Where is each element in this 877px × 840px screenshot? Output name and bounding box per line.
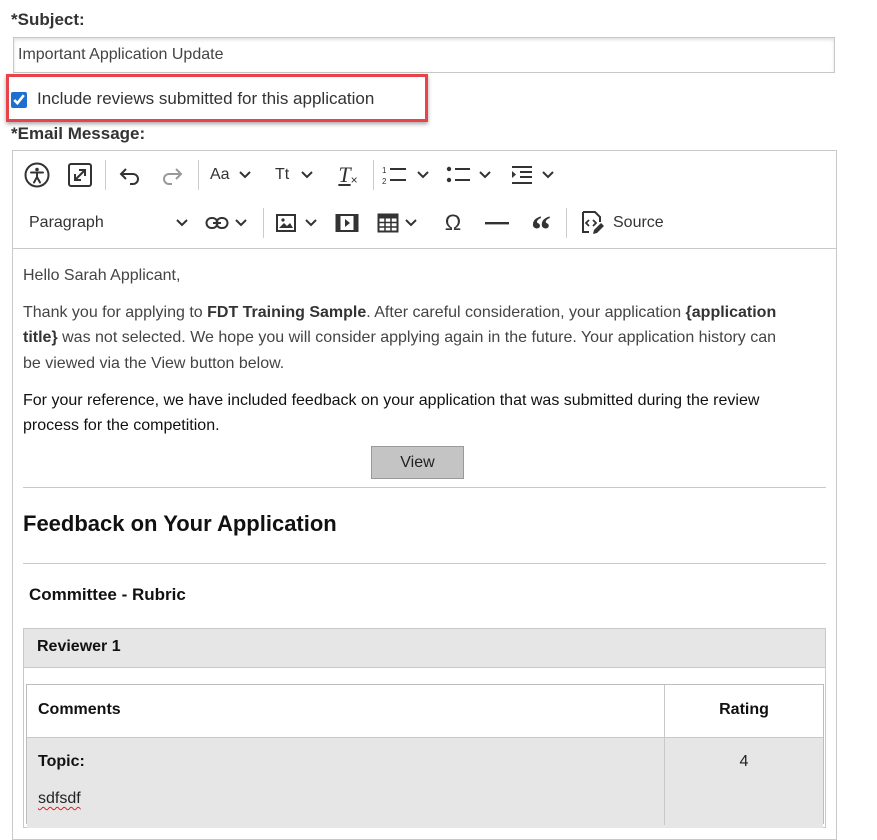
redo-icon[interactable] bbox=[158, 159, 186, 191]
font-family-dropdown[interactable]: Tt bbox=[275, 159, 325, 191]
subject-label: *Subject: bbox=[11, 10, 85, 29]
view-button[interactable]: View bbox=[371, 446, 464, 479]
comments-column-header: Comments bbox=[38, 701, 121, 718]
image-icon bbox=[276, 214, 296, 232]
blockquote-icon[interactable]: “ bbox=[527, 207, 555, 250]
link-dropdown[interactable] bbox=[205, 207, 255, 239]
divider bbox=[23, 563, 826, 564]
body-paragraph-2-line-2: process for the competition. bbox=[23, 417, 220, 434]
reviewer-header bbox=[24, 629, 825, 668]
rating-column-header: Rating bbox=[719, 701, 769, 718]
source-code-icon bbox=[582, 211, 604, 234]
include-reviews-label[interactable]: Include reviews submitted for this appli… bbox=[37, 89, 374, 109]
chevron-down-icon bbox=[417, 171, 429, 179]
body-paragraph-1-line-3: be viewed via the View button below. bbox=[23, 355, 285, 372]
comment-text: sdfsdf bbox=[38, 790, 81, 807]
svg-text:2: 2 bbox=[382, 177, 387, 186]
feedback-heading: Feedback on Your Application bbox=[23, 511, 337, 536]
committee-heading: Committee - Rubric bbox=[29, 585, 186, 604]
table-row bbox=[27, 738, 823, 828]
remove-format-icon[interactable]: T × bbox=[333, 159, 363, 191]
chevron-down-icon bbox=[301, 171, 313, 179]
source-label: Source bbox=[613, 214, 664, 231]
reviewer-title: Reviewer 1 bbox=[37, 638, 121, 655]
table-dropdown[interactable] bbox=[377, 207, 427, 239]
special-characters-icon[interactable]: Ω bbox=[439, 207, 467, 239]
bulleted-list-dropdown[interactable] bbox=[445, 159, 501, 191]
chevron-down-icon bbox=[479, 171, 491, 179]
font-family-glyph: Tt bbox=[275, 166, 290, 183]
font-size-glyph: Aa bbox=[210, 166, 230, 183]
email-message-label: *Email Message: bbox=[11, 124, 146, 143]
chevron-down-icon bbox=[542, 171, 554, 179]
bulleted-list-icon bbox=[446, 166, 470, 183]
indent-dropdown[interactable] bbox=[510, 159, 566, 191]
link-icon bbox=[205, 217, 229, 229]
source-button[interactable]: Source bbox=[579, 207, 674, 239]
indent-icon bbox=[512, 166, 532, 184]
chevron-down-icon bbox=[305, 219, 317, 227]
chevron-down-icon bbox=[238, 171, 251, 179]
image-dropdown[interactable] bbox=[275, 207, 325, 239]
fullscreen-icon[interactable] bbox=[64, 159, 96, 191]
greeting-text: Hello Sarah Applicant, bbox=[23, 267, 181, 284]
divider bbox=[23, 487, 826, 488]
subject-input[interactable] bbox=[13, 37, 835, 73]
include-reviews-checkbox[interactable] bbox=[11, 92, 27, 108]
undo-icon[interactable] bbox=[116, 159, 144, 191]
chevron-down-icon bbox=[176, 219, 188, 227]
rating-value: 4 bbox=[739, 753, 749, 770]
numbered-list-dropdown[interactable]: 12 bbox=[381, 159, 437, 191]
body-paragraph-1: Thank you for applying to FDT Training S… bbox=[23, 304, 777, 321]
media-embed-icon[interactable] bbox=[333, 207, 361, 239]
accessibility-icon[interactable] bbox=[21, 159, 53, 191]
body-paragraph-2: For your reference, we have included fee… bbox=[23, 392, 760, 409]
paragraph-format-select[interactable]: Paragraph bbox=[23, 207, 188, 239]
numbered-list-icon: 12 bbox=[382, 166, 406, 186]
topic-label: Topic: bbox=[38, 753, 85, 770]
table-icon bbox=[377, 213, 399, 233]
paragraph-select-value: Paragraph bbox=[29, 214, 104, 231]
chevron-down-icon bbox=[235, 219, 247, 227]
chevron-down-icon bbox=[405, 219, 417, 227]
horizontal-line-icon[interactable] bbox=[483, 207, 511, 239]
svg-text:1: 1 bbox=[382, 166, 387, 175]
editor-toolbar: Aa Tt T × 12 Paragraph Ω “ Source bbox=[13, 151, 836, 250]
font-size-dropdown[interactable]: Aa bbox=[210, 159, 260, 191]
body-paragraph-1-line-2: title} was not selected. We hope you wil… bbox=[23, 329, 777, 346]
